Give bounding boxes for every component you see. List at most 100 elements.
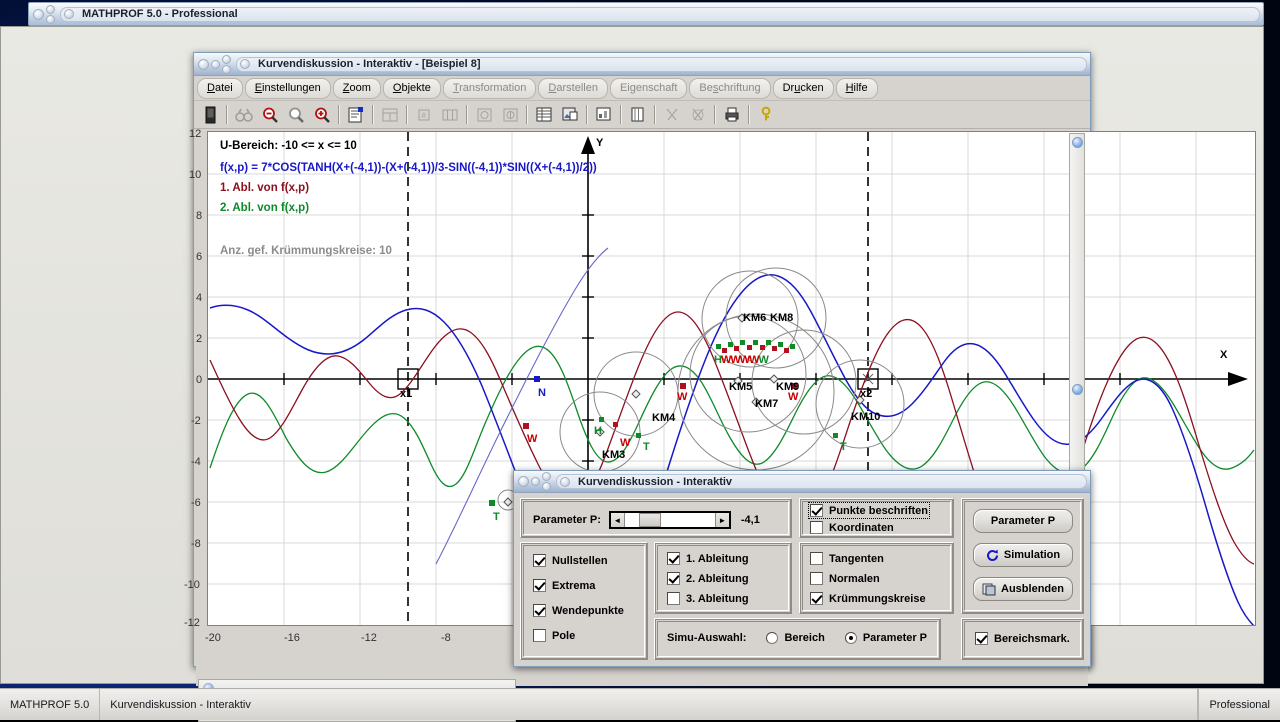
zoom-out-icon[interactable]	[258, 103, 282, 126]
ctrl-maximize-icon[interactable]	[542, 482, 551, 491]
pole-checkbox[interactable]	[533, 629, 546, 642]
slider-track[interactable]	[625, 513, 715, 527]
marker-cluster-letters: HWWWWW	[714, 354, 768, 366]
kruemmungskreise-checkbox[interactable]	[810, 592, 823, 605]
ausblenden-button[interactable]: Ausblenden	[973, 577, 1073, 601]
checkbox-normalen[interactable]: Normalen	[810, 572, 880, 585]
ctrl-close-icon[interactable]	[518, 476, 529, 487]
checkbox-punkte-beschriften[interactable]: Punkte beschriften	[810, 504, 928, 517]
menu-bar: Datei Einstellungen Zoom Objekte Transfo…	[194, 76, 1090, 101]
slider-thumb[interactable]	[639, 513, 661, 527]
ctrl-title: Kurvendiskussion - Interaktiv	[574, 476, 732, 488]
properties-icon[interactable]	[344, 103, 368, 126]
checkbox-wendepunkte[interactable]: Wendepunkte	[533, 604, 624, 617]
app-icon	[64, 9, 74, 19]
tangenten-checkbox[interactable]	[810, 552, 823, 565]
parameter-slider[interactable]: ◄ ►	[609, 511, 731, 529]
ctrl-titlebar[interactable]: Kurvendiskussion - Interaktiv	[514, 471, 1090, 493]
window-close-icon[interactable]	[33, 9, 44, 20]
window-maximize-icon[interactable]	[46, 15, 55, 24]
simulation-button[interactable]: Simulation	[973, 543, 1073, 567]
window-minimize-icon[interactable]	[46, 5, 55, 14]
parameter-label: Parameter P:	[533, 514, 601, 526]
koordinaten-checkbox[interactable]	[810, 521, 823, 534]
checkbox-pole[interactable]: Pole	[533, 629, 575, 642]
punkte-beschriften-checkbox[interactable]	[810, 504, 823, 517]
kd-close-icon[interactable]	[198, 59, 209, 70]
kd-title-inset: Kurvendiskussion - Interaktiv - [Beispie…	[236, 57, 1087, 72]
taskbar-task-button[interactable]: Kurvendiskussion - Interaktiv	[100, 689, 1198, 720]
checkbox-ableitung-3[interactable]: 3. Ableitung	[667, 592, 749, 605]
toolbar-separator-3	[372, 105, 374, 124]
menu-hilfe[interactable]: Hilfe	[836, 78, 878, 99]
labels-group: Punkte beschriften Koordinaten	[799, 498, 954, 538]
ableitung-1-checkbox[interactable]	[667, 552, 680, 565]
checkbox-extrema[interactable]: Extrema	[533, 579, 595, 592]
menu-einstellungen[interactable]: Einstellungen	[245, 78, 331, 99]
bereichsmark-label: Bereichsmark.	[994, 633, 1070, 645]
menu-eigenschaft: Eigenschaft	[610, 78, 687, 99]
checkbox-ableitung-2[interactable]: 2. Ableitung	[667, 572, 749, 585]
checkbox-kruemmungskreise[interactable]: Krümmungskreise	[810, 592, 926, 605]
slider-right-arrow[interactable]: ►	[715, 513, 729, 527]
chart-icon[interactable]	[592, 103, 616, 126]
parameter-p-button[interactable]: Parameter P	[973, 509, 1073, 533]
scrollbar-thumb-top[interactable]	[1072, 137, 1083, 148]
ableitung-3-checkbox[interactable]	[667, 592, 680, 605]
kd-minimize-icon[interactable]	[211, 60, 220, 69]
parameter-group: Parameter P: ◄ ► -4,1	[520, 498, 792, 538]
menu-objekte[interactable]: Objekte	[383, 78, 441, 99]
help-key-icon[interactable]	[754, 103, 778, 126]
book-icon[interactable]	[626, 103, 650, 126]
zoom-reset-icon[interactable]	[284, 103, 308, 126]
nullstellen-checkbox[interactable]	[533, 554, 546, 567]
extrema-checkbox[interactable]	[533, 579, 546, 592]
tangents-group: Tangenten Normalen Krümmungskreise	[799, 542, 954, 614]
hide-icon	[982, 582, 996, 596]
layout-icon	[378, 103, 402, 126]
point-label-km4: KM4	[652, 412, 675, 424]
bereichsmark-group: Bereichsmark.	[961, 618, 1084, 660]
toolbar-separator-5	[466, 105, 468, 124]
menu-zoom[interactable]: Zoom	[333, 78, 381, 99]
normalen-checkbox[interactable]	[810, 572, 823, 585]
ctrl-restore-icon[interactable]	[542, 472, 551, 481]
document-icon[interactable]	[198, 103, 222, 126]
menu-beschriftung: Beschriftung	[689, 78, 770, 99]
checkbox-tangenten[interactable]: Tangenten	[810, 552, 884, 565]
checkbox-ableitung-1[interactable]: 1. Ableitung	[667, 552, 749, 565]
bereichsmark-checkbox[interactable]	[975, 632, 988, 645]
wendepunkte-checkbox[interactable]	[533, 604, 546, 617]
ableitung-2-checkbox[interactable]	[667, 572, 680, 585]
nullstellen-label: Nullstellen	[552, 555, 608, 567]
kd-restore-icon[interactable]	[222, 55, 231, 64]
y-tick-m2: -2	[191, 415, 201, 427]
table-image-icon[interactable]	[558, 103, 582, 126]
mathprof-titlebar[interactable]: MATHPROF 5.0 - Professional	[28, 2, 1264, 26]
checkbox-nullstellen[interactable]: Nullstellen	[533, 554, 608, 567]
menu-datei[interactable]: Datei	[197, 78, 243, 99]
curvature-circle-km5	[690, 316, 806, 432]
checkbox-koordinaten[interactable]: Koordinaten	[810, 521, 894, 534]
zoom-in-icon[interactable]	[310, 103, 334, 126]
scrollbar-thumb-bottom[interactable]	[1072, 384, 1083, 395]
toolbar: #	[194, 101, 1090, 129]
kd-maximize-icon[interactable]	[222, 65, 231, 74]
print-icon[interactable]	[720, 103, 744, 126]
curvature-circle-km7	[678, 314, 834, 470]
slider-left-arrow[interactable]: ◄	[611, 513, 625, 527]
toolbar-separator-4	[406, 105, 408, 124]
columns-icon	[438, 103, 462, 126]
circle-left-icon	[472, 103, 496, 126]
window-controls[interactable]	[29, 5, 58, 24]
menu-drucken[interactable]: Drucken	[773, 78, 834, 99]
ctrl-minimize-icon[interactable]	[531, 477, 540, 486]
ctrl-window-controls[interactable]	[514, 472, 554, 491]
kd-titlebar[interactable]: Kurvendiskussion - Interaktiv - [Beispie…	[194, 53, 1090, 76]
toolbar-separator-9	[654, 105, 656, 124]
simu-bereich-radio[interactable]	[766, 632, 778, 644]
simu-parameter-radio[interactable]	[845, 632, 857, 644]
kd-window-controls[interactable]	[194, 55, 234, 74]
table-icon[interactable]	[532, 103, 556, 126]
checkbox-bereichsmark[interactable]: Bereichsmark.	[975, 632, 1070, 645]
